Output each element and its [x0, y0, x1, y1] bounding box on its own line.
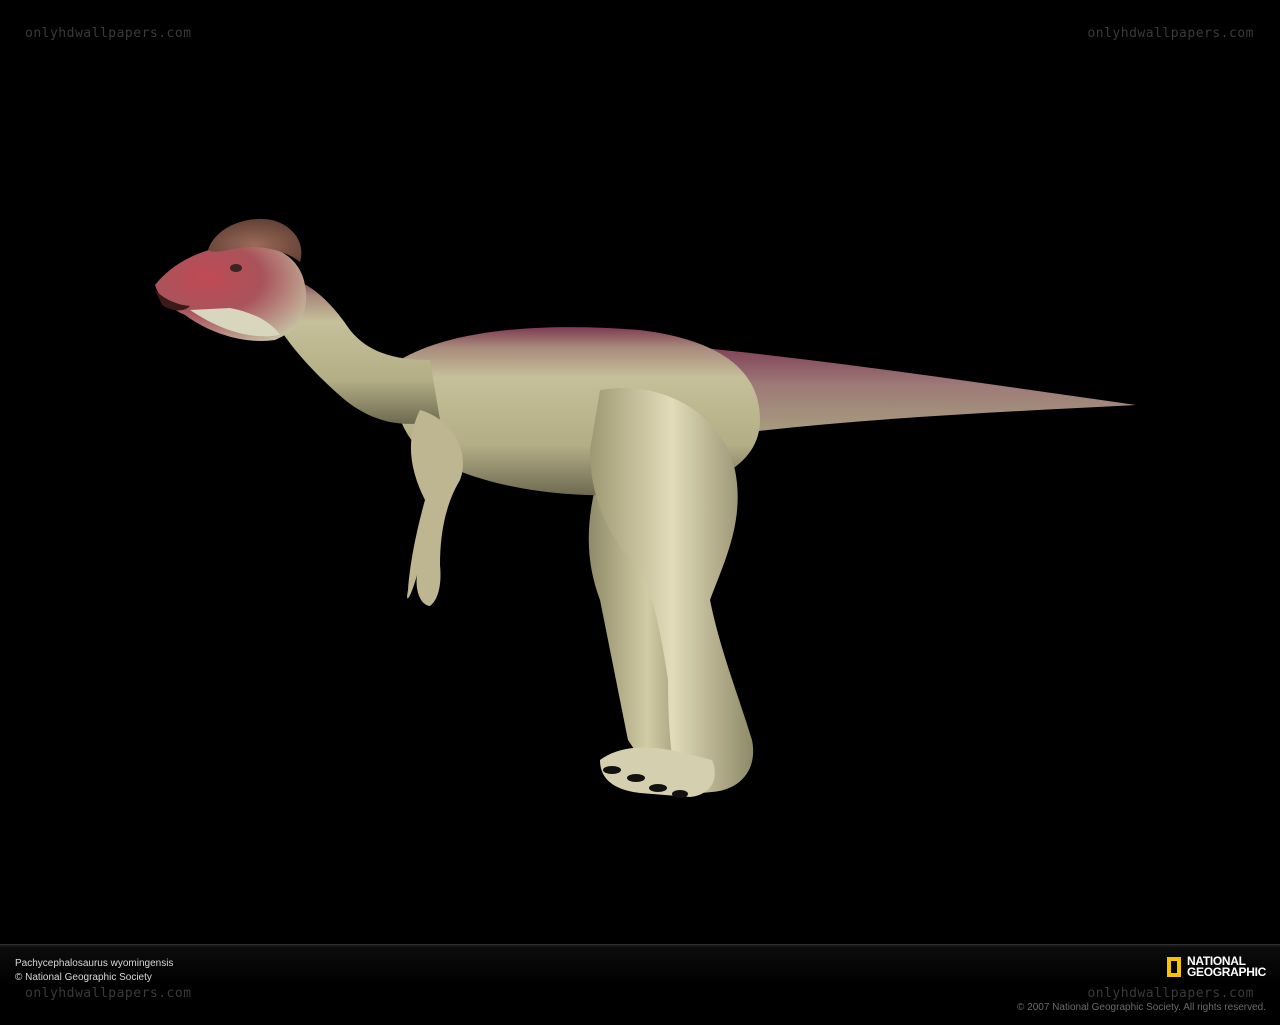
photo-credit: © National Geographic Society — [15, 972, 152, 983]
national-geographic-logo: NATIONAL GEOGRAPHIC — [1166, 955, 1266, 979]
watermark-bottom-left: onlyhdwallpapers.com — [25, 986, 192, 1001]
claw — [603, 766, 621, 774]
dinosaur-illustration — [155, 218, 1136, 798]
logo-line-2: GEOGRAPHIC — [1186, 965, 1266, 979]
claw — [627, 774, 645, 782]
logo-wordmark: NATIONAL GEOGRAPHIC — [1186, 955, 1266, 979]
copyright-notice: © 2007 National Geographic Society. All … — [1017, 1002, 1266, 1013]
yellow-frame-icon — [1166, 957, 1181, 977]
eye-icon — [230, 264, 242, 272]
claw — [672, 790, 688, 798]
watermark-bottom-right: onlyhdwallpapers.com — [1087, 986, 1254, 1001]
front-arm — [407, 410, 464, 606]
claw — [649, 784, 667, 792]
species-caption: Pachycephalosaurus wyomingensis — [15, 958, 174, 969]
caption-bar: Pachycephalosaurus wyomingensis © Nation… — [0, 944, 1280, 1025]
